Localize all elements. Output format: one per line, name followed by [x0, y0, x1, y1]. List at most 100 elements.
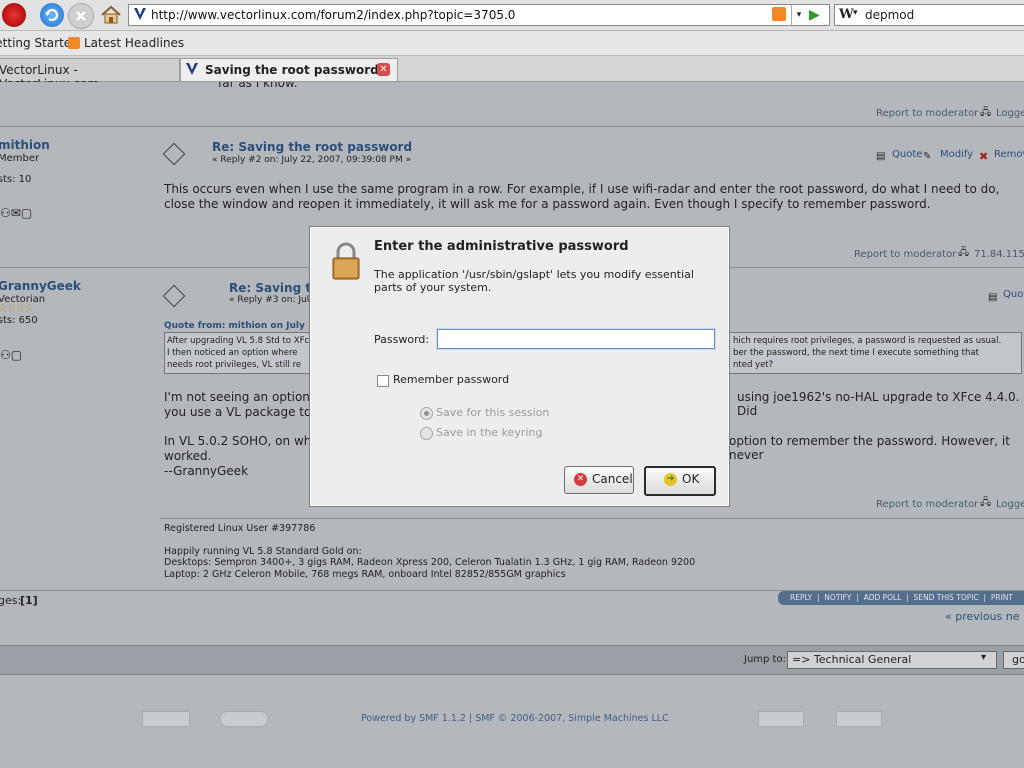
previous-post-tail: far as I know. — [218, 82, 298, 90]
post-author-posts: Posts: 10 — [0, 174, 32, 185]
php-badge-icon[interactable] — [220, 711, 268, 727]
go-button-label: go — [1012, 653, 1024, 666]
profile-icons[interactable]: ⚇✉▢ — [0, 206, 32, 220]
search-engine-dropdown-icon[interactable]: ▾ — [853, 8, 858, 18]
report-to-moderator-link[interactable]: Report to moderator — [876, 499, 978, 510]
post-meta: « Reply #3 on: July — [229, 295, 315, 305]
post-author-posts: Posts: 650 — [0, 315, 38, 326]
save-session-radio[interactable] — [420, 407, 433, 420]
post-body-line: option to remember the password. However… — [729, 434, 1010, 462]
ip-icon: 🖧 — [980, 497, 992, 508]
signature-line: Desktops: Sempron 3400+, 3 gigs RAM, Rad… — [164, 557, 696, 568]
post-body-line: worked. — [164, 449, 212, 463]
url-dropdown-icon[interactable]: ▾ — [791, 5, 806, 25]
go-arrow-icon[interactable]: ▶ — [809, 7, 825, 23]
pages-label: ges: — [0, 594, 22, 607]
cancel-icon: ✕ — [574, 473, 587, 486]
jump-to-value: => Technical General — [792, 653, 912, 666]
post-body-line: using joe1962's no-HAL upgrade to XFce 4… — [737, 390, 1020, 418]
topic-action-links[interactable]: REPLY | NOTIFY | ADD POLL | SEND THIS TO… — [790, 593, 1013, 602]
site-favicon-icon — [185, 62, 199, 76]
bookmark-getting-started[interactable]: Getting Started — [0, 36, 79, 50]
report-to-moderator-link[interactable]: Report to moderator — [854, 249, 956, 260]
quote-button[interactable]: Quote — [892, 149, 922, 160]
post-subject[interactable]: Re: Saving the root password — [212, 140, 412, 154]
remove-button[interactable]: Remove — [994, 149, 1024, 160]
remember-password-label[interactable]: Remember password — [393, 373, 509, 386]
quote-icon[interactable]: ▤ — [876, 151, 885, 162]
ladybug-icon[interactable] — [2, 3, 26, 27]
ok-button-label: OK — [682, 472, 700, 486]
rss-feed-icon — [68, 37, 80, 49]
quote-icon[interactable]: ▤ — [988, 292, 997, 303]
ip-icon: 🖧 — [980, 107, 992, 118]
post-body-line: --GrannyGeek — [164, 464, 249, 478]
signature-line: Registered Linux User #397786 — [164, 523, 316, 534]
post-body-line: you use a VL package to u — [164, 405, 323, 419]
post-author[interactable]: GrannyGeek — [0, 279, 81, 293]
site-favicon-icon — [133, 7, 147, 21]
quote-button[interactable]: Quote — [1003, 289, 1024, 300]
url-bar[interactable]: http://www.vectorlinux.com/forum2/index.… — [128, 4, 830, 26]
modify-button[interactable]: Modify — [940, 149, 973, 160]
cancel-button-label: Cancel — [592, 472, 633, 486]
search-input[interactable]: depmod — [865, 8, 914, 22]
signature-line — [164, 535, 695, 546]
ip-icon: 🖧 — [958, 247, 970, 258]
navigation-toolbar: http://www.vectorlinux.com/forum2/index.… — [0, 0, 1024, 31]
xhtml-badge-icon[interactable] — [758, 711, 804, 727]
remove-icon[interactable]: ✖ — [979, 150, 988, 163]
signature-line: Laptop: 2 GHz Celeron Mobile, 768 megs R… — [164, 568, 566, 580]
post-icon — [162, 142, 186, 166]
report-to-moderator-link[interactable]: Report to moderator — [876, 108, 978, 119]
search-engine-label[interactable]: W — [839, 7, 854, 22]
stop-icon[interactable] — [68, 3, 94, 29]
post-body-line: In VL 5.0.2 SOHO, on which — [164, 434, 329, 448]
css-badge-icon[interactable] — [836, 711, 882, 727]
home-icon[interactable] — [99, 3, 123, 27]
post-author-rank: Member — [0, 153, 40, 164]
remember-password-checkbox[interactable] — [377, 375, 389, 387]
go-button[interactable]: go — [1003, 651, 1024, 669]
jump-to-select[interactable]: => Technical General ▾ — [787, 651, 997, 669]
topic-action-bar: REPLY | NOTIFY | ADD POLL | SEND THIS TO… — [778, 591, 1024, 605]
close-tab-icon[interactable]: ✕ — [377, 63, 390, 76]
previous-next-links[interactable]: « previous ne — [945, 610, 1020, 623]
footer-credit[interactable]: Powered by SMF 1.1.2 | SMF © 2006-2007, … — [361, 713, 669, 724]
password-field[interactable] — [437, 329, 715, 349]
post-body: This occurs even when I use the same pro… — [164, 182, 1000, 211]
bookmarks-toolbar: Getting Started Latest Headlines — [0, 31, 1024, 56]
quote-text-left: After upgrading VL 5.8 Std to XFce 4.4.0… — [167, 336, 315, 370]
post-divider — [0, 126, 1024, 127]
admin-password-dialog: Enter the administrative password The ap… — [309, 226, 730, 507]
rss-feed-icon[interactable] — [772, 7, 786, 21]
mysql-badge-icon[interactable] — [142, 711, 190, 727]
signature-divider — [160, 518, 1024, 519]
post-author[interactable]: mithion — [0, 138, 50, 152]
post-icon — [162, 284, 186, 308]
tab-vectorlinux[interactable]: VectorLinux - VectorLinux.com — [0, 58, 180, 91]
tab-label: Saving the root password — [205, 63, 379, 77]
cancel-button[interactable]: ✕ Cancel — [564, 466, 634, 494]
ok-icon: ➜ — [664, 473, 677, 486]
tab-saving-root-password[interactable]: Saving the root password ✕ — [180, 58, 398, 81]
reload-icon[interactable] — [40, 3, 64, 27]
post-meta: « Reply #2 on: July 22, 2007, 09:39:08 P… — [212, 155, 412, 165]
ok-button[interactable]: ➜ OK — [644, 466, 716, 496]
profile-icons[interactable]: ⚇▢ — [0, 348, 22, 362]
post-body-line: I'm not seeing an option to — [164, 390, 326, 404]
jump-to-label: Jump to: — [744, 654, 786, 665]
password-label: Password: — [374, 333, 430, 346]
modify-icon[interactable]: ✎ — [923, 151, 931, 162]
save-keyring-radio[interactable] — [420, 427, 433, 440]
dialog-message: The application '/usr/sbin/gslapt' lets … — [374, 268, 694, 294]
dialog-title: Enter the administrative password — [374, 239, 629, 254]
pages-current[interactable]: [1] — [20, 594, 38, 607]
search-box[interactable]: W ▾ depmod — [834, 4, 1024, 26]
tab-bar: VectorLinux - VectorLinux.com Saving the… — [0, 56, 1024, 91]
bookmark-latest-headlines[interactable]: Latest Headlines — [84, 36, 184, 50]
logged-label: Logged — [996, 499, 1024, 510]
chevron-down-icon: ▾ — [981, 652, 987, 663]
save-keyring-label: Save in the keyring — [436, 426, 543, 439]
signature-line: Happily running VL 5.8 Standard Gold on: — [164, 545, 362, 557]
